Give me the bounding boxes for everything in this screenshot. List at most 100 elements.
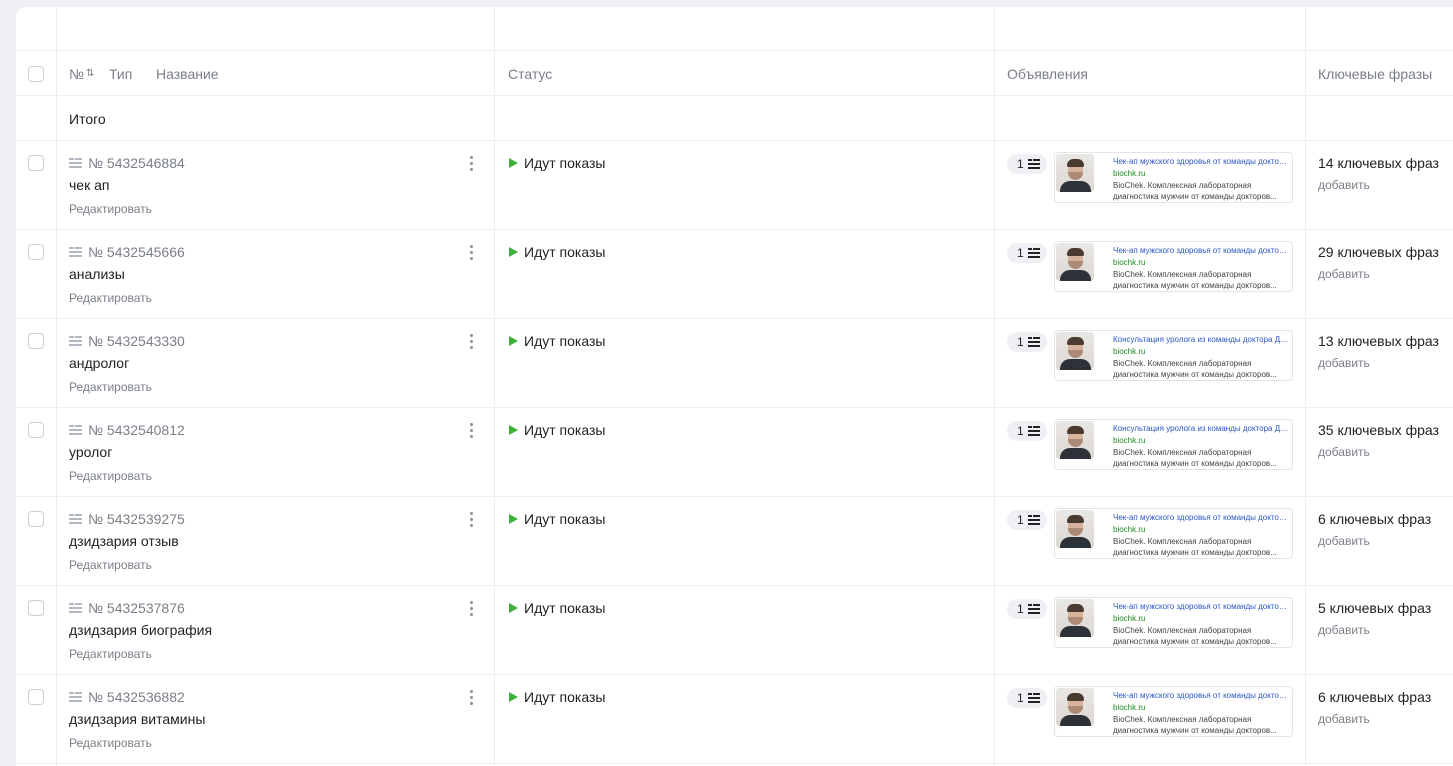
row-checkbox[interactable]	[28, 689, 44, 705]
more-vertical-icon[interactable]	[470, 245, 474, 261]
group-number[interactable]: № 5432543330	[88, 333, 185, 349]
column-name[interactable]: Название	[156, 66, 219, 82]
column-divider	[994, 7, 995, 766]
add-keywords-link[interactable]: добавить	[1318, 534, 1370, 548]
edit-link[interactable]: Редактировать	[69, 558, 152, 572]
ad-title: Чек-ап мужского здоровья от команды докт…	[1113, 246, 1291, 255]
ad-preview[interactable]: Чек-ап мужского здоровья от команды докт…	[1054, 597, 1293, 648]
ads-count-badge[interactable]: 1	[1007, 510, 1047, 530]
row-checkbox[interactable]	[28, 600, 44, 616]
table-header: № ⇅ Тип Название Статус Объявления Ключе…	[16, 51, 1453, 96]
ad-photo	[1056, 688, 1094, 726]
ad-title: Чек-ап мужского здоровья от команды докт…	[1113, 157, 1291, 166]
table-row[interactable]: № 5432546884 чек ап Редактировать Идут п…	[16, 141, 1453, 230]
keywords-count[interactable]: 35 ключевых фраз	[1318, 422, 1439, 438]
play-icon	[509, 425, 518, 435]
add-keywords-link[interactable]: добавить	[1318, 356, 1370, 370]
more-vertical-icon[interactable]	[470, 601, 474, 617]
ad-preview[interactable]: Чек-ап мужского здоровья от команды докт…	[1054, 508, 1293, 559]
table-row[interactable]: № 5432543330 андролог Редактировать Идут…	[16, 319, 1453, 408]
table-row[interactable]: № 5432536882 дзидзария витамины Редактир…	[16, 675, 1453, 764]
column-keywords[interactable]: Ключевые фразы	[1318, 66, 1432, 82]
add-keywords-link[interactable]: добавить	[1318, 445, 1370, 459]
ads-count-badge[interactable]: 1	[1007, 421, 1047, 441]
column-ads[interactable]: Объявления	[1007, 66, 1088, 82]
group-name[interactable]: чек ап	[69, 177, 109, 193]
ad-photo	[1056, 154, 1094, 192]
keywords-count[interactable]: 5 ключевых фраз	[1318, 600, 1431, 616]
more-vertical-icon[interactable]	[470, 690, 474, 706]
ads-count-badge[interactable]: 1	[1007, 332, 1047, 352]
add-keywords-link[interactable]: добавить	[1318, 267, 1370, 281]
ads-count-badge[interactable]: 1	[1007, 599, 1047, 619]
table-row[interactable]: № 5432539275 дзидзария отзыв Редактирова…	[16, 497, 1453, 586]
row-checkbox[interactable]	[28, 511, 44, 527]
more-vertical-icon[interactable]	[470, 156, 474, 172]
column-type[interactable]: Тип	[109, 66, 132, 82]
table-row[interactable]: № 5432540812 уролог Редактировать Идут п…	[16, 408, 1453, 497]
group-name[interactable]: дзидзария биография	[69, 622, 212, 638]
ad-preview[interactable]: Консультация уролога из команды доктора …	[1054, 419, 1293, 470]
play-icon	[509, 603, 518, 613]
column-status[interactable]: Статус	[508, 66, 552, 82]
group-number[interactable]: № 5432537876	[88, 600, 185, 616]
edit-link[interactable]: Редактировать	[69, 736, 152, 750]
ad-preview[interactable]: Чек-ап мужского здоровья от команды докт…	[1054, 686, 1293, 737]
keywords-count[interactable]: 6 ключевых фраз	[1318, 689, 1431, 705]
group-number[interactable]: № 5432545666	[88, 244, 185, 260]
select-all-checkbox[interactable]	[28, 66, 44, 82]
group-number[interactable]: № 5432546884	[88, 155, 185, 171]
edit-link[interactable]: Редактировать	[69, 647, 152, 661]
play-icon	[509, 692, 518, 702]
keywords-count[interactable]: 13 ключевых фраз	[1318, 333, 1439, 349]
ad-description: BioChek. Комплексная лабораторная диагно…	[1113, 626, 1277, 646]
edit-link[interactable]: Редактировать	[69, 469, 152, 483]
ads-count-badge[interactable]: 1	[1007, 154, 1047, 174]
table-row[interactable]: № 5432545666 анализы Редактировать Идут …	[16, 230, 1453, 319]
edit-link[interactable]: Редактировать	[69, 202, 152, 216]
ad-title: Консультация уролога из команды доктора …	[1113, 335, 1291, 344]
ad-domain: biochk.ru	[1113, 258, 1146, 267]
group-name[interactable]: дзидзария витамины	[69, 711, 205, 727]
more-vertical-icon[interactable]	[470, 512, 474, 528]
more-vertical-icon[interactable]	[470, 423, 474, 439]
column-divider	[494, 7, 495, 766]
ad-preview[interactable]: Чек-ап мужского здоровья от команды докт…	[1054, 152, 1293, 203]
ad-preview[interactable]: Консультация уролога из команды доктора …	[1054, 330, 1293, 381]
table-row[interactable]: № 5432537876 дзидзария биография Редакти…	[16, 586, 1453, 675]
edit-link[interactable]: Редактировать	[69, 291, 152, 305]
sort-icon[interactable]: ⇅	[86, 68, 94, 79]
ad-domain: biochk.ru	[1113, 614, 1146, 623]
column-number[interactable]: №	[69, 66, 84, 82]
ads-list-icon	[1028, 248, 1040, 258]
row-checkbox[interactable]	[28, 422, 44, 438]
group-name[interactable]: андролог	[69, 355, 129, 371]
keywords-count[interactable]: 6 ключевых фраз	[1318, 511, 1431, 527]
add-keywords-link[interactable]: добавить	[1318, 712, 1370, 726]
play-icon	[509, 158, 518, 168]
total-label: Итого	[69, 111, 106, 127]
row-checkbox[interactable]	[28, 155, 44, 171]
group-number[interactable]: № 5432536882	[88, 689, 185, 705]
ads-count-badge[interactable]: 1	[1007, 243, 1047, 263]
more-vertical-icon[interactable]	[470, 334, 474, 350]
ads-count-badge[interactable]: 1	[1007, 688, 1047, 708]
ad-preview[interactable]: Чек-ап мужского здоровья от команды докт…	[1054, 241, 1293, 292]
ads-list-icon	[1028, 159, 1040, 169]
keywords-count[interactable]: 14 ключевых фраз	[1318, 155, 1439, 171]
group-number[interactable]: № 5432540812	[88, 422, 185, 438]
group-name[interactable]: уролог	[69, 444, 112, 460]
keywords-count[interactable]: 29 ключевых фраз	[1318, 244, 1439, 260]
add-keywords-link[interactable]: добавить	[1318, 178, 1370, 192]
ad-domain: biochk.ru	[1113, 703, 1146, 712]
row-checkbox[interactable]	[28, 333, 44, 349]
group-name[interactable]: анализы	[69, 266, 125, 282]
group-name[interactable]: дзидзария отзыв	[69, 533, 179, 549]
ad-group-icon	[69, 336, 82, 346]
edit-link[interactable]: Редактировать	[69, 380, 152, 394]
add-keywords-link[interactable]: добавить	[1318, 623, 1370, 637]
status-text: Идут показы	[524, 333, 606, 349]
row-checkbox[interactable]	[28, 244, 44, 260]
group-number[interactable]: № 5432539275	[88, 511, 185, 527]
ad-group-icon	[69, 425, 82, 435]
